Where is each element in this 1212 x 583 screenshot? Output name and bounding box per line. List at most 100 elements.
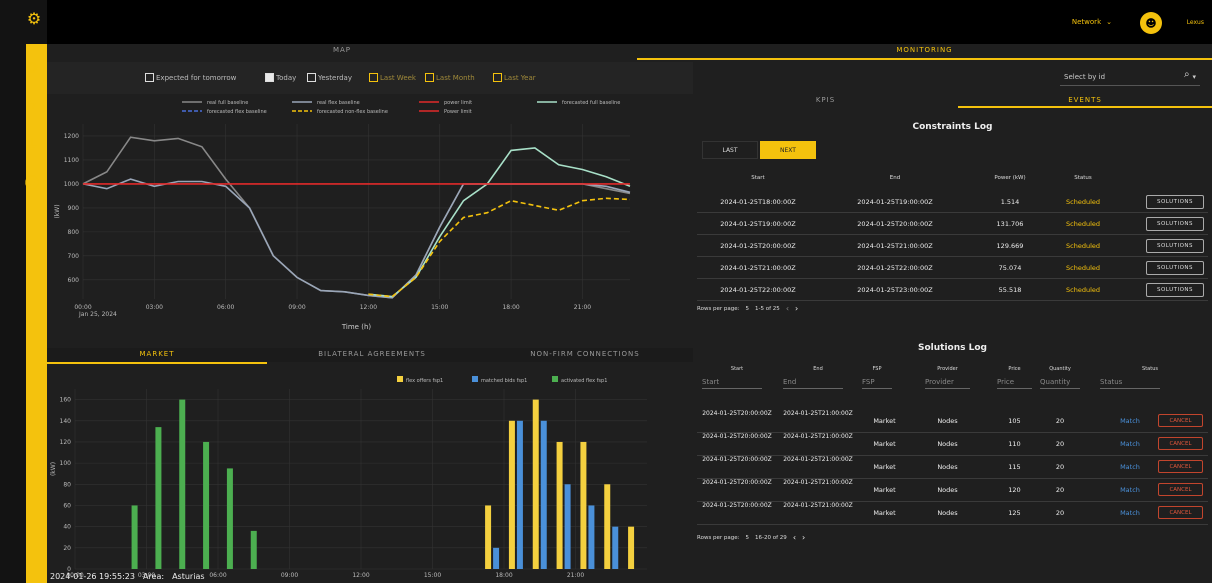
legend-item[interactable]: flex offers fsp1 bbox=[397, 376, 443, 384]
select-placeholder: Select by id bbox=[1064, 72, 1106, 81]
cancel-button[interactable]: CANCEL bbox=[1158, 506, 1203, 519]
constraints-header: Status bbox=[1074, 175, 1092, 181]
checkbox-icon[interactable] bbox=[145, 73, 154, 82]
select-by-id[interactable]: Select by id ▾ bbox=[1060, 68, 1200, 86]
legend-item[interactable]: power limit bbox=[419, 100, 472, 106]
constraints-cell-power: 55.518 bbox=[998, 286, 1022, 294]
network-dropdown[interactable]: Network ⌄ bbox=[1072, 18, 1112, 26]
tab-kpis[interactable]: KPIS bbox=[693, 96, 958, 104]
filter-last-week[interactable]: Last Week bbox=[369, 73, 416, 82]
legend-label: matched bids fsp1 bbox=[481, 378, 527, 384]
filter-label: Yesterday bbox=[318, 73, 352, 82]
last-button[interactable]: LAST bbox=[702, 141, 758, 159]
match-link[interactable]: Match bbox=[1115, 486, 1145, 494]
checkbox-icon[interactable] bbox=[265, 73, 274, 82]
legend-label: Power limit bbox=[444, 109, 472, 115]
solutions-filter-input[interactable]: FSP bbox=[862, 375, 892, 389]
filter-today[interactable]: Today bbox=[265, 73, 296, 82]
location-pin-icon[interactable]: ⦿ bbox=[20, 170, 44, 194]
tab-monitoring[interactable]: MONITORING bbox=[637, 46, 1212, 54]
next-button[interactable]: NEXT bbox=[760, 141, 816, 159]
cancel-button[interactable]: CANCEL bbox=[1158, 414, 1203, 427]
legend-label: flex offers fsp1 bbox=[406, 378, 443, 384]
legend-label: forecasted full baseline bbox=[562, 100, 620, 106]
bar-matched-bids bbox=[612, 526, 619, 569]
user-avatar-icon[interactable]: ☻ bbox=[1140, 12, 1162, 34]
rows-per-page-select[interactable]: 5 bbox=[746, 535, 750, 541]
constraints-pager: Rows per page: 5 1-5 of 25 ‹ › bbox=[697, 304, 798, 313]
top-bar: Network ⌄ ☻ Lexus bbox=[47, 0, 1212, 44]
legend-item[interactable]: real full baseline bbox=[182, 100, 248, 106]
network-label: Network bbox=[1071, 18, 1102, 26]
row-divider bbox=[697, 256, 1208, 257]
legend-item[interactable]: forecasted non-flex baseline bbox=[292, 109, 388, 115]
bar-flex-offers bbox=[508, 420, 515, 569]
checkbox-icon[interactable] bbox=[425, 73, 434, 82]
match-link[interactable]: Match bbox=[1115, 463, 1145, 471]
match-link[interactable]: Match bbox=[1115, 509, 1145, 517]
cancel-button[interactable]: CANCEL bbox=[1158, 460, 1203, 473]
tab-map[interactable]: MAP bbox=[47, 46, 637, 54]
legend-item[interactable]: forecasted flex baseline bbox=[182, 109, 267, 115]
solutions-filter-input[interactable]: Provider bbox=[925, 375, 970, 389]
cancel-button[interactable]: CANCEL bbox=[1158, 437, 1203, 450]
x-tick-label: 15:00 bbox=[431, 304, 448, 311]
tab-non-firm-connections[interactable]: NON-FIRM CONNECTIONS bbox=[477, 350, 693, 358]
solutions-filter-input[interactable]: Price bbox=[997, 375, 1032, 389]
solutions-filter-input[interactable]: Quantity bbox=[1040, 375, 1080, 389]
constraints-cell-start: 2024-01-25T21:00:00Z bbox=[720, 264, 796, 272]
legend-item[interactable]: Power limit bbox=[419, 109, 472, 115]
filter-last-month[interactable]: Last Month bbox=[425, 73, 475, 82]
solutions-button[interactable]: SOLUTIONS bbox=[1146, 261, 1204, 275]
filter-yesterday[interactable]: Yesterday bbox=[307, 73, 352, 82]
lightning-icon[interactable]: ϟ bbox=[20, 92, 44, 116]
legend-item[interactable]: forecasted full baseline bbox=[537, 100, 620, 106]
search-icon[interactable]: ⌕ bbox=[1184, 69, 1190, 80]
constraints-cell-status: Scheduled bbox=[1066, 220, 1100, 228]
solutions-cell-price: 110 bbox=[1008, 440, 1021, 448]
tab-events[interactable]: EVENTS bbox=[958, 96, 1212, 104]
solutions-button[interactable]: SOLUTIONS bbox=[1146, 239, 1204, 253]
legend-item[interactable]: matched bids fsp1 bbox=[472, 376, 527, 384]
prev-page-icon[interactable]: ‹ bbox=[793, 533, 796, 542]
plug-icon[interactable]: ⏚ bbox=[20, 132, 44, 156]
solutions-button[interactable]: SOLUTIONS bbox=[1146, 195, 1204, 209]
tab-bilateral-agreements[interactable]: BILATERAL AGREEMENTS bbox=[267, 350, 477, 358]
filter-expected-for-tomorrow[interactable]: Expected for tomorrow bbox=[145, 73, 236, 82]
solutions-filter-input[interactable]: Status bbox=[1100, 375, 1160, 389]
settings-icon[interactable]: ✺ bbox=[20, 56, 44, 80]
solutions-button[interactable]: SOLUTIONS bbox=[1146, 217, 1204, 231]
filter-last-year[interactable]: Last Year bbox=[493, 73, 536, 82]
solutions-cell-price: 115 bbox=[1008, 463, 1021, 471]
baseline-chart-panel: real full baseline real flex baseline powe… bbox=[47, 94, 693, 348]
checkbox-icon[interactable] bbox=[369, 73, 378, 82]
events-tab-indicator bbox=[958, 106, 1212, 108]
next-page-icon[interactable]: › bbox=[802, 533, 805, 542]
constraints-cell-power: 1.514 bbox=[1000, 198, 1020, 206]
cancel-button[interactable]: CANCEL bbox=[1158, 483, 1203, 496]
series-line-real-full-baseline bbox=[82, 136, 631, 299]
legend-item[interactable]: real flex baseline bbox=[292, 100, 360, 106]
solutions-header: Price bbox=[1008, 366, 1021, 372]
tab-market[interactable]: MARKET bbox=[47, 350, 267, 358]
checkbox-icon[interactable] bbox=[493, 73, 502, 82]
legend-swatch bbox=[472, 376, 478, 382]
next-page-icon[interactable]: › bbox=[795, 304, 798, 313]
bar-activated-flex bbox=[226, 468, 233, 569]
checkbox-icon[interactable] bbox=[307, 73, 316, 82]
solutions-cell-start: 2024-01-25T20:00:00Z bbox=[702, 433, 772, 440]
x-tick-label: 00:00 bbox=[74, 304, 91, 311]
rows-per-page-select[interactable]: 5 bbox=[746, 306, 750, 312]
legend-item[interactable]: activated flex fsp1 bbox=[552, 376, 607, 384]
pager-range: 1-5 of 25 bbox=[755, 305, 780, 312]
match-link[interactable]: Match bbox=[1115, 417, 1145, 425]
bar-flex-offers bbox=[532, 399, 539, 569]
solutions-filter-input[interactable]: End bbox=[783, 375, 843, 389]
bar-activated-flex bbox=[131, 505, 138, 569]
legend-label: power limit bbox=[444, 100, 472, 106]
solutions-filter-input[interactable]: Start bbox=[702, 375, 762, 389]
solutions-button[interactable]: SOLUTIONS bbox=[1146, 283, 1204, 297]
prev-page-icon[interactable]: ‹ bbox=[786, 304, 789, 313]
legend-label: real flex baseline bbox=[317, 100, 360, 106]
match-link[interactable]: Match bbox=[1115, 440, 1145, 448]
